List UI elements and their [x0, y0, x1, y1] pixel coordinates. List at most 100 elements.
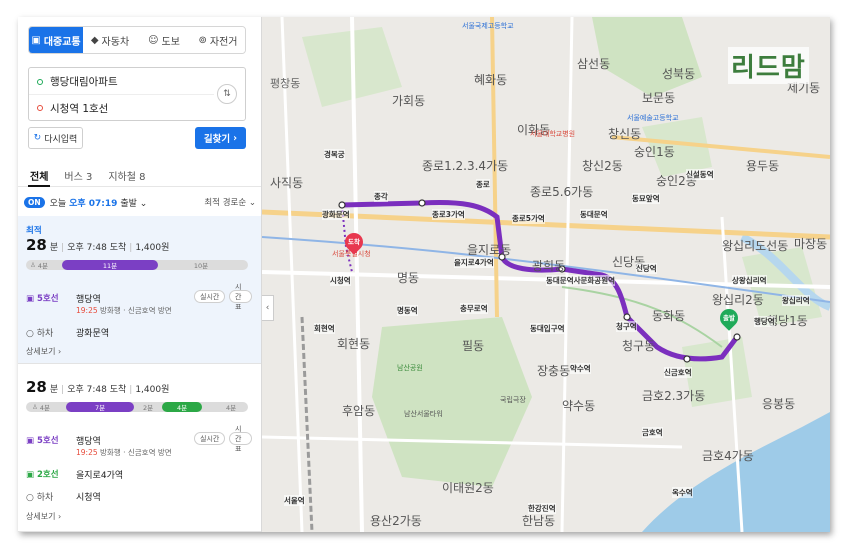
departure-pin-label: 출발 [723, 314, 735, 322]
route-card[interactable]: 최적 28 분 | 오후 7:48 도착 | 1,400원 ♙ 4분 11분 10분… [18, 216, 261, 364]
mode-bicycle[interactable]: ⊚ 자전거 [191, 27, 245, 53]
station-label: 금호역 [642, 427, 663, 438]
collapse-sidebar-button[interactable]: ‹ [262, 295, 274, 321]
district-label: 을지로동 [467, 243, 512, 257]
station-label: 상왕십리역 [732, 275, 767, 286]
line-name: 2호선 [37, 470, 59, 480]
swap-icon[interactable]: ⇅ [217, 84, 237, 104]
district-label: 종로5.6가동 [530, 185, 594, 199]
realtime-button[interactable]: 실시간 [194, 290, 226, 303]
line5-segment: 7분 [66, 402, 134, 412]
destination-field[interactable]: 시청역 1호선 [29, 95, 214, 121]
line-5-badge: ▣ 5호선 [26, 294, 59, 304]
arrival-pin[interactable]: 도착 [341, 229, 367, 255]
timetable-button[interactable]: 시간표 [229, 283, 252, 311]
segment-time: 10분 [193, 262, 209, 270]
route-card[interactable]: 28 분 | 오후 7:48 도착 | 1,400원 ♙ 4분 7분 2분 4분 4… [18, 370, 261, 532]
best-route-badge: 최적 [26, 226, 42, 236]
departure-row: ON 오늘 오후 07:19 출발 ⌄ 최적 경로순 ⌄ [24, 194, 256, 210]
district-label: 사직동 [270, 176, 304, 190]
district-label: 응봉동 [762, 397, 796, 411]
alight-label: ○ 하차 [26, 329, 54, 339]
district-label: 용두동 [746, 159, 780, 173]
segment-time: 4분 [225, 404, 237, 412]
train-info: 19:25 방화행 · 신금호역 방면 [76, 447, 172, 458]
destination-dot-icon [37, 105, 43, 111]
tab-subway[interactable]: 지하철 8 [106, 165, 147, 187]
route-minutes: 28 [26, 378, 47, 396]
district-label: 명동 [397, 271, 420, 285]
departure-pin[interactable]: 출발 [716, 305, 742, 331]
walk-segment: ♙ 4분 [26, 402, 56, 412]
tab-bus[interactable]: 버스 3 [62, 165, 94, 187]
tab-all[interactable]: 전체 [28, 165, 51, 187]
district-label: 청구동 [622, 339, 656, 353]
district-label: 용산2가동 [370, 514, 422, 528]
map-view[interactable]: ‹ 평창동 혜화동 삼선동 성북동 가회동 보문동 제기동 이화동 창신동 숭인… [262, 17, 830, 532]
route-fare: 1,400원 [135, 243, 170, 253]
chevron-right-icon: › [233, 132, 238, 144]
alight-station: 시청역 [76, 493, 101, 503]
station-label: 신설동역 [686, 169, 714, 180]
station-label: 회현역 [314, 323, 335, 334]
detail-link[interactable]: 상세보기 › [26, 346, 61, 357]
line5-segment: 11분 [62, 260, 158, 270]
search-route-button[interactable]: 길찾기 › [195, 127, 246, 149]
line-name: 5호선 [37, 294, 59, 304]
screenshot-frame: ▣ 대중교통 ◆ 자동차 ☺ 도보 ⊚ 자전거 행당대림아파트 시청역 1호선 ⇅ ↻ 다… [0, 0, 846, 548]
district-label: 장충동 [537, 364, 571, 378]
line-2-badge: ▣ 2호선 [26, 470, 59, 480]
departure-time[interactable]: 오늘 오후 07:19 출발 ⌄ [50, 196, 148, 209]
station-marker [683, 355, 691, 363]
district-label: 동화동 [652, 309, 686, 323]
train-icon: ▣ [26, 294, 35, 304]
bus-icon: ▣ [31, 34, 41, 46]
route-step: ▣ 2호선 을지로4가역 [26, 468, 252, 482]
station-label: 경복궁 [324, 149, 345, 160]
line-5-badge: ▣ 5호선 [26, 436, 59, 446]
station-label: 왕십리역 [782, 295, 810, 306]
refresh-icon: ↻ [33, 133, 42, 143]
train-direction: 방화행 · 신금호역 방면 [100, 448, 172, 457]
realtime-button[interactable]: 실시간 [194, 432, 226, 445]
segment-time: 7분 [94, 404, 106, 412]
app-window: ▣ 대중교통 ◆ 자동차 ☺ 도보 ⊚ 자전거 행당대림아파트 시청역 1호선 ⇅ ↻ 다… [18, 17, 830, 532]
train-icon: ▣ [26, 470, 35, 480]
segment-time: 11분 [102, 262, 118, 270]
reset-button[interactable]: ↻ 다시입력 [28, 127, 83, 149]
origin-field[interactable]: 행당대림아파트 [29, 69, 214, 95]
departure-toggle[interactable]: ON [24, 196, 45, 208]
station-label: 행당역 [754, 316, 775, 327]
walk-segment: 10분 [176, 260, 226, 270]
poi-label: 서울대학교병원 [530, 130, 576, 138]
boarding-station: 행당역 [76, 437, 101, 447]
station-label: 동대문역사문화공원역 [546, 275, 615, 286]
line-name: 5호선 [37, 436, 59, 446]
route-summary: 28 분 | 오후 7:48 도착 | 1,400원 [26, 378, 169, 396]
mode-car[interactable]: ◆ 자동차 [83, 27, 137, 53]
sort-select[interactable]: 최적 경로순 ⌄ [204, 196, 256, 208]
poi-label: 남산서울타워 [404, 410, 443, 418]
poi-label: 남산공원 [397, 364, 423, 372]
route-summary: 28 분 | 오후 7:48 도착 | 1,400원 [26, 236, 169, 254]
station-label: 종로5가역 [512, 213, 545, 224]
mode-transit[interactable]: ▣ 대중교통 [29, 27, 83, 53]
segment-time: 4분 [37, 262, 48, 270]
detail-link[interactable]: 상세보기 › [26, 511, 61, 522]
separator: | [129, 385, 133, 395]
walk-icon: ☺ [148, 34, 159, 46]
departure-suffix: 출발 [120, 198, 137, 209]
station-marker [733, 333, 741, 341]
district-label: 종로1.2.3.4가동 [422, 159, 509, 173]
origin-value: 행당대림아파트 [50, 76, 118, 88]
station-label: 한강진역 [528, 503, 556, 514]
alight-text: 하차 [36, 493, 54, 503]
station-label: 종로3가역 [432, 209, 465, 220]
station-label: 동대입구역 [530, 323, 565, 334]
detail-label: 상세보기 [26, 512, 56, 521]
route-minutes-unit: 분 [49, 243, 59, 253]
timetable-button[interactable]: 시간표 [229, 425, 252, 453]
mode-walk[interactable]: ☺ 도보 [137, 27, 191, 53]
walk-icon: ♙ [32, 403, 38, 411]
station-marker [338, 201, 346, 209]
